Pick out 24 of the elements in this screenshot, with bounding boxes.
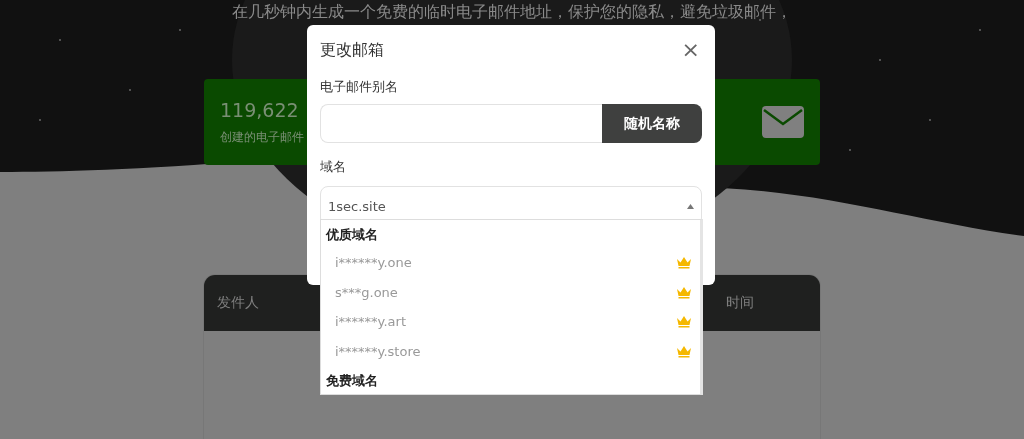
- domain-option[interactable]: i******y.art: [321, 307, 700, 337]
- domain-option[interactable]: i******y.store: [321, 336, 700, 366]
- group-heading: 优质域名: [324, 226, 379, 244]
- caret-icon: [687, 203, 694, 209]
- crown-icon: [676, 344, 692, 358]
- domain-option[interactable]: s***g.one: [321, 277, 700, 307]
- close-button[interactable]: ×: [679, 39, 702, 61]
- crown-icon: [676, 315, 692, 329]
- subtitle-text: 在几秒钟内生成一个免费的临时电子邮件地址，保护您的隐私，避免垃圾邮件，: [232, 3, 792, 22]
- select-value: 1sec.site: [328, 198, 386, 214]
- field-label: 域名: [320, 159, 347, 176]
- domain-option[interactable]: i******y.one: [321, 248, 700, 278]
- column-header: 时间: [726, 294, 754, 312]
- alias-input-field[interactable]: [320, 104, 602, 143]
- envelope-icon: [762, 106, 804, 138]
- email-count: 119,622: [220, 98, 300, 121]
- group-heading: 免费域名: [325, 372, 379, 390]
- crown-icon: [676, 285, 692, 299]
- stats-label: 创建的电子邮件: [220, 128, 304, 146]
- random-name-button[interactable]: 随机名称: [602, 104, 702, 143]
- crown-icon: [676, 256, 692, 270]
- dialog-title: 更改邮箱: [320, 39, 384, 61]
- column-header: 发件人: [217, 294, 259, 312]
- field-label: 电子邮件别名: [320, 79, 399, 96]
